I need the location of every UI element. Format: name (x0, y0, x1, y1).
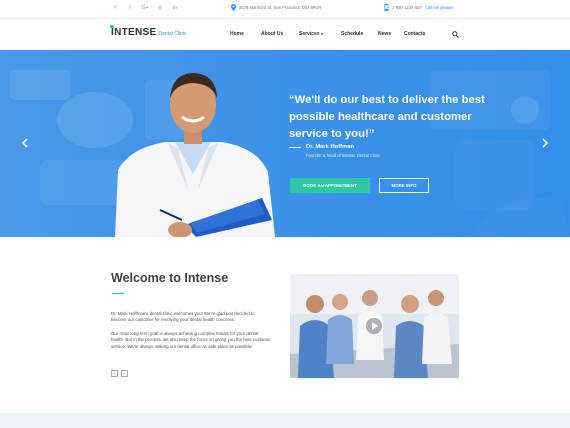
nav-news[interactable]: News (378, 31, 391, 37)
more-info-button[interactable]: MORE INFO (379, 178, 429, 193)
welcome-title: Welcome to Intense (111, 271, 229, 285)
instagram-icon[interactable]: ◎ (156, 4, 164, 12)
slider-prev-arrow-icon[interactable] (21, 138, 29, 148)
next-section-band (0, 413, 570, 428)
call-me-link[interactable]: Call me please! (425, 5, 454, 10)
hero-slider: “We'll do our best to deliver the best p… (0, 50, 570, 237)
address-text: 4578 Marmora St, San Francisco D04 89GR (239, 5, 322, 10)
book-appointment-button[interactable]: BOOK AN APPOINTMENT (290, 178, 370, 193)
welcome-video[interactable] (290, 274, 459, 378)
nav-contacts[interactable]: Contacts (404, 31, 425, 37)
welcome-paragraph-1: Dr. Mark Hoffman's dental clinic welcome… (111, 311, 255, 323)
facebook-icon[interactable]: f (111, 4, 119, 12)
hero-background-image (0, 50, 570, 237)
google-plus-icon[interactable]: G+ (141, 4, 149, 12)
welcome-paragraph-2: Our main long-term goal is always achiev… (111, 331, 271, 349)
logo-mark-icon (110, 25, 114, 28)
hero-author: Dr. Mark Hoffman (306, 144, 354, 150)
welcome-underline (112, 293, 124, 294)
main-header: INTENSE Dental Clinic Home About Us Serv… (0, 19, 570, 50)
nav-schedule[interactable]: Schedule (341, 31, 363, 37)
search-icon[interactable] (452, 31, 459, 38)
pager-prev-button[interactable]: ‹ (111, 370, 118, 377)
twitter-icon[interactable]: t (126, 4, 134, 12)
pager-next-button[interactable]: › (121, 370, 128, 377)
address: 4578 Marmora St, San Francisco D04 89GR (231, 4, 321, 11)
hero-author-role: Founder & head of Intense Dental Clinic (306, 153, 381, 158)
map-pin-icon (231, 4, 236, 11)
nav-services[interactable]: Services ▾ (299, 31, 323, 37)
logo-subtitle: Dental Clinic (158, 31, 187, 37)
logo[interactable]: INTENSE Dental Clinic (110, 25, 187, 38)
phone-info: 1-800-1234-567 Call me please! (384, 4, 454, 11)
author-divider (289, 147, 301, 148)
top-bar: f t G+ ◎ in 4578 Marmora St, San Francis… (0, 0, 570, 18)
welcome-pager: ‹ › (111, 370, 128, 377)
slider-next-arrow-icon[interactable] (541, 138, 549, 148)
mobile-phone-icon (384, 4, 389, 11)
chevron-down-icon: ▾ (320, 31, 323, 36)
nav-about-us[interactable]: About Us (261, 31, 283, 37)
logo-name: INTENSE (111, 27, 157, 38)
play-icon[interactable] (364, 316, 384, 336)
hero-quote: “We'll do our best to deliver the best p… (289, 94, 485, 140)
nav-home[interactable]: Home (230, 31, 244, 37)
linkedin-icon[interactable]: in (171, 4, 179, 12)
social-links: f t G+ ◎ in (111, 4, 179, 12)
nav-services-label: Services (299, 31, 320, 37)
phone-number: 1-800-1234-567 (392, 5, 422, 10)
